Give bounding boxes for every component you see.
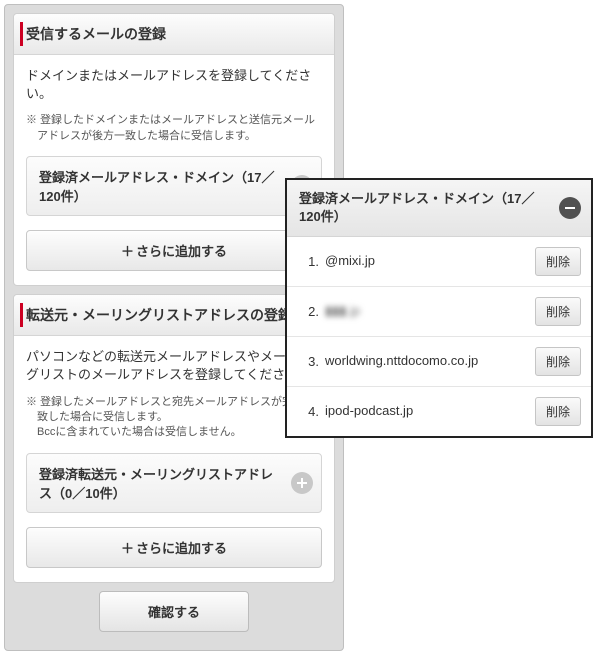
popup-header: 登録済メールアドレス・ドメイン（17／120件） bbox=[287, 180, 591, 237]
confirm-button[interactable]: 確認する bbox=[99, 591, 249, 632]
registered-domains-popup: 登録済メールアドレス・ドメイン（17／120件） 1. @mixi.jp 削除 … bbox=[285, 178, 593, 438]
delete-button[interactable]: 削除 bbox=[535, 347, 581, 376]
plus-icon: ＋ bbox=[121, 541, 134, 556]
popup-title: 登録済メールアドレス・ドメイン（17／120件） bbox=[299, 191, 534, 224]
add-more-button[interactable]: ＋さらに追加する bbox=[26, 230, 322, 271]
item-index: 3. bbox=[297, 354, 319, 369]
delete-button[interactable]: 削除 bbox=[535, 397, 581, 426]
domain-text: ▮▮▮.jp bbox=[325, 303, 529, 320]
list-item: 1. @mixi.jp 削除 bbox=[287, 237, 591, 287]
collapse-icon[interactable] bbox=[559, 197, 581, 219]
add-more-label: さらに追加する bbox=[136, 541, 227, 556]
list-item: 2. ▮▮▮.jp 削除 bbox=[287, 287, 591, 337]
domain-text: ipod-podcast.jp bbox=[325, 403, 529, 420]
registered-domains-row[interactable]: 登録済メールアドレス・ドメイン（17／120件） bbox=[26, 156, 322, 216]
list-item: 3. worldwing.nttdocomo.co.jp 削除 bbox=[287, 337, 591, 387]
domain-text: @mixi.jp bbox=[325, 253, 529, 270]
registered-domains-label: 登録済メールアドレス・ドメイン（17／120件） bbox=[39, 170, 274, 204]
popup-list: 1. @mixi.jp 削除 2. ▮▮▮.jp 削除 3. worldwing… bbox=[287, 237, 591, 436]
list-item: 4. ipod-podcast.jp 削除 bbox=[287, 387, 591, 436]
confirm-label: 確認する bbox=[148, 605, 200, 620]
forwarding-note: ※ 登録したメールアドレスと宛先メールアドレスが完全一致した場合に受信します。 … bbox=[26, 395, 322, 441]
receive-note: ※ 登録したドメインまたはメールアドレスと送信元メールアドレスが後方一致した場合… bbox=[26, 113, 322, 144]
domain-text: worldwing.nttdocomo.co.jp bbox=[325, 353, 529, 370]
registered-forward-label: 登録済転送元・メーリングリストアドレス（0／10件） bbox=[39, 467, 273, 501]
item-index: 4. bbox=[297, 404, 319, 419]
plus-icon: ＋ bbox=[121, 244, 134, 259]
delete-button[interactable]: 削除 bbox=[535, 297, 581, 326]
add-more-label: さらに追加する bbox=[136, 244, 227, 259]
forwarding-desc: パソコンなどの転送元メールアドレスやメーリングリストのメールアドレスを登録してく… bbox=[26, 348, 322, 384]
receive-desc: ドメインまたはメールアドレスを登録してください。 bbox=[26, 67, 322, 103]
expand-icon[interactable] bbox=[291, 472, 313, 494]
section-title: 受信するメールの登録 bbox=[26, 26, 166, 42]
item-index: 2. bbox=[297, 304, 319, 319]
section-title: 転送元・メーリングリストアドレスの登録 bbox=[26, 307, 292, 323]
add-more-button[interactable]: ＋さらに追加する bbox=[26, 527, 322, 568]
delete-button[interactable]: 削除 bbox=[535, 247, 581, 276]
registered-forward-row[interactable]: 登録済転送元・メーリングリストアドレス（0／10件） bbox=[26, 453, 322, 513]
section-receive-header: 受信するメールの登録 bbox=[14, 14, 334, 55]
item-index: 1. bbox=[297, 254, 319, 269]
